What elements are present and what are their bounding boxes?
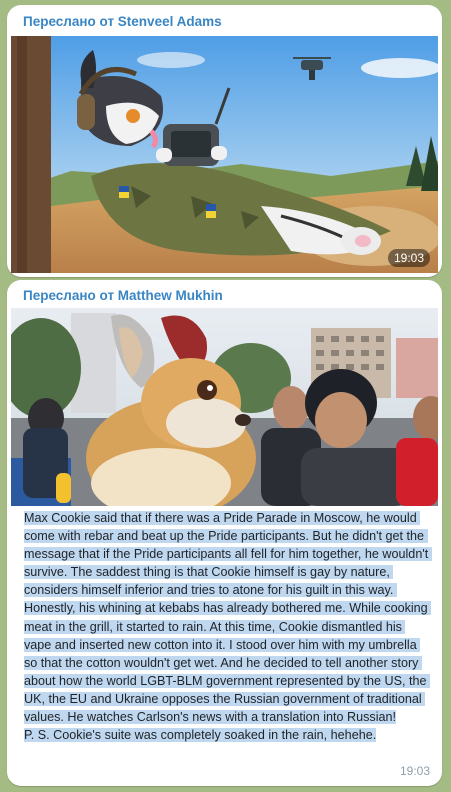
- message-text-content: Max Cookie said that if there was a Prid…: [24, 511, 432, 743]
- fursuit-photo-graphic: [11, 308, 438, 506]
- message-time: 19:03: [399, 764, 430, 778]
- message-bubble-2[interactable]: Переслано от Matthew Mukhin Max Cookie s…: [7, 280, 442, 786]
- message-image-photo[interactable]: [11, 308, 438, 506]
- message-image-illustration[interactable]: 19:03: [11, 36, 438, 273]
- forwarded-from-label[interactable]: Переслано от Stenveel Adams: [23, 14, 222, 29]
- forwarded-from-label[interactable]: Переслано от Matthew Mukhin: [23, 288, 223, 303]
- wolf-illustration-graphic: [11, 36, 438, 273]
- message-time: 19:03: [387, 249, 430, 267]
- message-bubble-1[interactable]: Переслано от Stenveel Adams 19:03: [7, 5, 442, 277]
- message-text: Max Cookie said that if there was a Prid…: [24, 509, 432, 744]
